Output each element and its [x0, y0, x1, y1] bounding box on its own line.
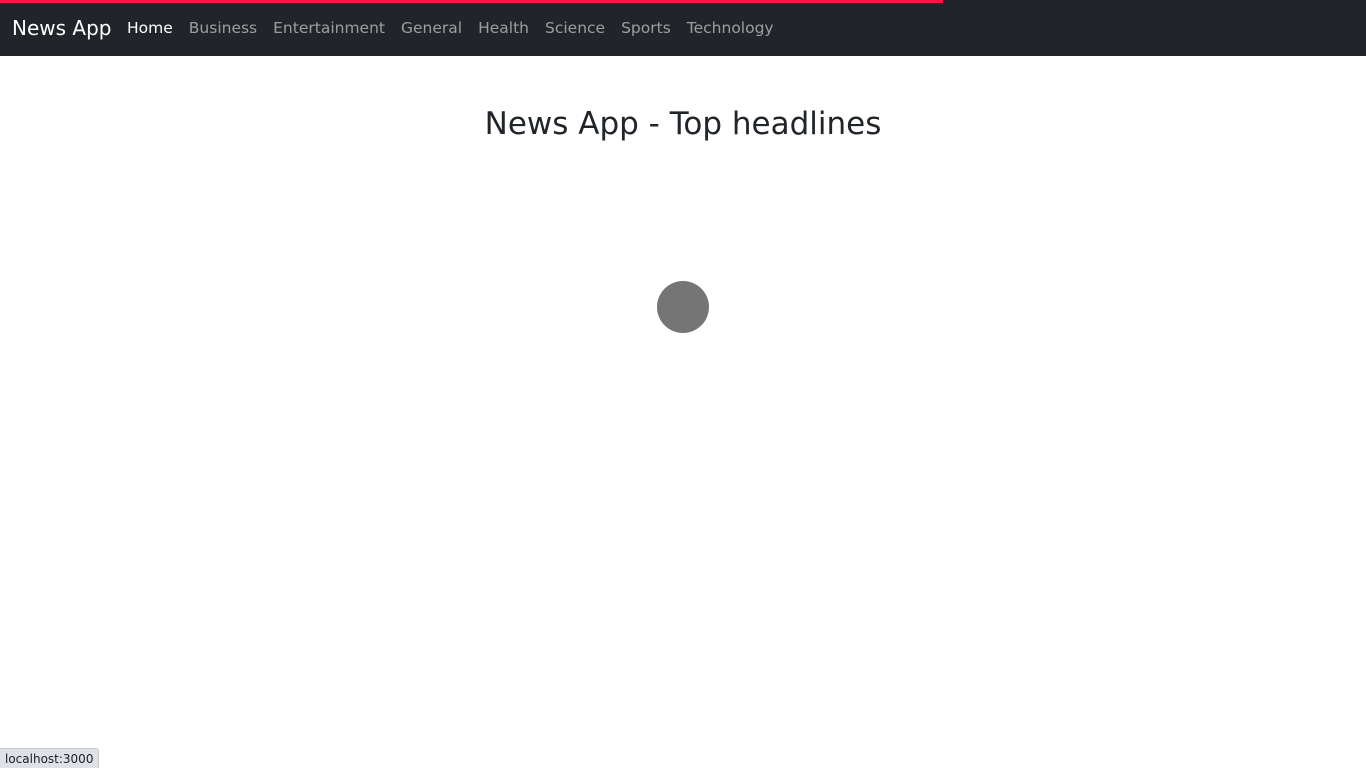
nav-link-sports[interactable]: Sports: [613, 19, 679, 37]
loading-spinner-icon: [657, 281, 709, 333]
status-bar-url: localhost:3000: [0, 748, 100, 768]
nav-link-home[interactable]: Home: [119, 19, 181, 37]
nav-link-general[interactable]: General: [393, 19, 470, 37]
brand-link[interactable]: News App: [12, 13, 111, 43]
nav-link-entertainment[interactable]: Entertainment: [265, 19, 393, 37]
nav-link-technology[interactable]: Technology: [679, 19, 782, 37]
page-title: News App - Top headlines: [484, 106, 882, 142]
loading-bar-progress: [0, 0, 943, 3]
nav-link-science[interactable]: Science: [537, 19, 613, 37]
navbar: News App Home Business Entertainment Gen…: [0, 0, 1366, 56]
nav-menu: Home Business Entertainment General Heal…: [119, 13, 782, 43]
nav-link-health[interactable]: Health: [470, 19, 537, 37]
nav-link-business[interactable]: Business: [181, 19, 265, 37]
loading-bar: [0, 0, 1366, 3]
